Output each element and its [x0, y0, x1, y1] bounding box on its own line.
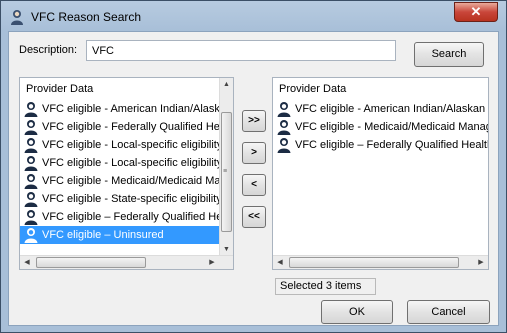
list-item-label: VFC eligible - Medicaid/Medicaid Mana: [42, 175, 233, 187]
selected-list[interactable]: Provider Data VFC eligible - American In…: [272, 77, 489, 270]
selected-list-header: Provider Data: [279, 83, 347, 95]
available-items: VFC eligible - American Indian/Alaska VFC…: [20, 100, 233, 244]
list-item[interactable]: VFC eligible – Federally Qualified Hea: [20, 208, 233, 226]
scroll-up-icon[interactable]: ▲: [220, 78, 233, 92]
list-item-label: VFC eligible - American Indian/Alaska: [42, 103, 227, 115]
window-title: VFC Reason Search: [31, 10, 142, 24]
selection-status: Selected 3 items: [275, 278, 376, 295]
list-item[interactable]: VFC eligible – Federally Qualified Healt…: [273, 136, 488, 154]
available-list[interactable]: Provider Data VFC eligible - American In…: [19, 77, 234, 270]
person-icon: [277, 120, 291, 135]
person-icon: [24, 156, 38, 171]
person-icon: [277, 138, 291, 153]
person-icon: [24, 210, 38, 225]
cancel-button[interactable]: Cancel: [407, 300, 490, 324]
list-item-label: VFC eligible - Local-specific eligibilit…: [42, 157, 223, 169]
add-button[interactable]: >: [242, 142, 266, 164]
list-item-label: VFC eligible - Local-specific eligibilit…: [42, 139, 223, 151]
horizontal-scroll-thumb[interactable]: [289, 257, 459, 268]
search-button[interactable]: Search: [414, 42, 484, 67]
list-item[interactable]: VFC eligible - Medicaid/Medicaid Manage: [273, 118, 488, 136]
list-item-label: VFC eligible - State-specific eligibilit…: [42, 193, 222, 205]
description-label: Description:: [19, 44, 78, 56]
horizontal-scroll-thumb[interactable]: [36, 257, 146, 268]
list-item[interactable]: VFC eligible - Local-specific eligibilit…: [20, 136, 233, 154]
person-icon: [24, 228, 38, 243]
list-item-label: VFC eligible - American Indian/Alaskan N: [295, 103, 488, 115]
title-bar[interactable]: VFC Reason Search ✕: [1, 1, 506, 31]
person-icon: [277, 102, 291, 117]
ok-button[interactable]: OK: [321, 300, 393, 324]
person-icon: [24, 102, 38, 117]
available-vertical-scrollbar[interactable]: ▲ ≡ ▼: [219, 78, 233, 257]
list-item-label: VFC eligible – Uninsured: [42, 229, 164, 241]
list-item-label: VFC eligible - Federally Qualified Hea: [42, 121, 227, 133]
dialog-body: Description: Search Provider Data VFC el…: [8, 31, 499, 326]
list-item[interactable]: VFC eligible – Uninsured: [20, 226, 233, 244]
list-item[interactable]: VFC eligible - American Indian/Alaska: [20, 100, 233, 118]
remove-all-button[interactable]: <<: [242, 206, 266, 228]
list-item[interactable]: VFC eligible - Federally Qualified Hea: [20, 118, 233, 136]
scroll-left-icon[interactable]: ◀: [20, 256, 34, 269]
list-item[interactable]: VFC eligible - Medicaid/Medicaid Mana: [20, 172, 233, 190]
list-item-label: VFC eligible - Medicaid/Medicaid Manage: [295, 121, 488, 133]
remove-button[interactable]: <: [242, 174, 266, 196]
scroll-left-icon[interactable]: ◀: [273, 256, 287, 269]
vfc-reason-search-window: VFC Reason Search ✕ Description: Search …: [0, 0, 507, 333]
selected-horizontal-scrollbar[interactable]: ◀ ▶: [273, 255, 488, 269]
list-item-label: VFC eligible – Federally Qualified Healt…: [295, 139, 488, 151]
list-item-label: VFC eligible – Federally Qualified Hea: [42, 211, 229, 223]
description-input[interactable]: [86, 40, 396, 61]
close-button[interactable]: ✕: [454, 2, 498, 22]
scroll-right-icon[interactable]: ▶: [474, 256, 488, 269]
add-all-button[interactable]: >>: [242, 110, 266, 132]
available-list-header: Provider Data: [26, 83, 94, 95]
vfc-person-icon: [11, 10, 23, 25]
list-item[interactable]: VFC eligible - American Indian/Alaskan N: [273, 100, 488, 118]
person-icon: [24, 138, 38, 153]
person-icon: [24, 174, 38, 189]
scroll-grip-icon: ≡: [223, 168, 227, 175]
list-item[interactable]: VFC eligible - State-specific eligibilit…: [20, 190, 233, 208]
selected-items: VFC eligible - American Indian/Alaskan N…: [273, 100, 488, 154]
scroll-right-icon[interactable]: ▶: [205, 256, 219, 269]
available-horizontal-scrollbar[interactable]: ◀ ▶: [20, 255, 233, 269]
person-icon: [24, 120, 38, 135]
person-icon: [24, 192, 38, 207]
list-item[interactable]: VFC eligible - Local-specific eligibilit…: [20, 154, 233, 172]
